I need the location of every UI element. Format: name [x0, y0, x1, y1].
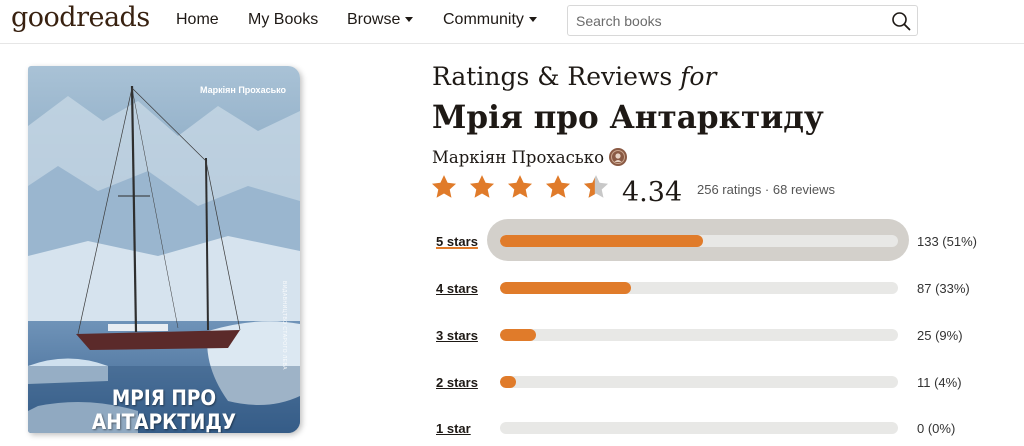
histogram-row-2-stars[interactable]: 2 stars 11 (4%): [432, 371, 992, 395]
histogram-count: 133 (51%): [917, 234, 977, 249]
star-icon: [545, 175, 571, 198]
histogram-row-5-stars[interactable]: 5 stars 133 (51%): [432, 230, 992, 254]
histogram-label[interactable]: 3 stars: [436, 328, 478, 343]
histogram-row-4-stars[interactable]: 4 stars 87 (33%): [432, 277, 992, 301]
histogram-bar-fill: [500, 376, 516, 388]
histogram-row-3-stars[interactable]: 3 stars 25 (9%): [432, 324, 992, 348]
site-header: goodreads Home My Books Browse Community: [0, 0, 1024, 44]
goodreads-author-badge-icon[interactable]: [608, 147, 628, 167]
author-name[interactable]: Маркіян Прохасько: [432, 148, 604, 167]
search-box: [567, 5, 918, 36]
cover-artwork: [28, 66, 300, 433]
star-icon: [469, 175, 495, 198]
chevron-down-icon: [528, 17, 537, 23]
histogram-bar-track[interactable]: [500, 282, 898, 294]
histogram-bar-fill: [500, 329, 536, 341]
histogram-count: 25 (9%): [917, 328, 963, 343]
chevron-down-icon: [405, 17, 414, 23]
star-icon: [431, 175, 457, 198]
histogram-label[interactable]: 5 stars: [436, 234, 478, 249]
histogram-label[interactable]: 4 stars: [436, 281, 478, 296]
histogram-bar-track[interactable]: [500, 422, 898, 434]
ratings-heading-for: for: [680, 62, 717, 91]
histogram-count: 0 (0%): [917, 421, 956, 436]
ratings-heading-text: Ratings & Reviews: [432, 62, 681, 91]
goodreads-logo[interactable]: goodreads: [11, 2, 150, 33]
histogram-bar-fill: [500, 235, 703, 247]
author-row: Маркіян Прохасько: [432, 146, 628, 168]
nav-community[interactable]: Community: [443, 11, 537, 29]
star-icon: [507, 175, 533, 198]
book-cover[interactable]: Маркіян Прохасько ВИДАВНИЦТВО СТАРОГО ЛЕ…: [28, 66, 300, 433]
cover-author: Маркіян Прохасько: [200, 85, 286, 95]
average-rating-value: 4.34: [622, 177, 683, 208]
histogram-count: 11 (4%): [917, 375, 962, 390]
cover-publisher: ВИДАВНИЦТВО СТАРОГО ЛЕВА: [281, 281, 287, 370]
search-icon[interactable]: [891, 11, 911, 31]
star-half-icon: [583, 175, 609, 198]
nav-browse[interactable]: Browse: [347, 11, 414, 29]
histogram-bar-fill: [500, 282, 632, 294]
histogram-label[interactable]: 2 stars: [436, 375, 478, 390]
histogram-bar-track[interactable]: [500, 235, 898, 247]
book-title[interactable]: Мрія про Антарктиду: [432, 98, 824, 136]
nav-community-label: Community: [443, 11, 524, 28]
histogram-label[interactable]: 1 star: [436, 421, 471, 436]
histogram-count: 87 (33%): [917, 281, 970, 296]
nav-my-books[interactable]: My Books: [248, 11, 318, 29]
histogram-row-1-star[interactable]: 1 star 0 (0%): [432, 417, 992, 441]
ratings-reviews-count[interactable]: 256 ratings · 68 reviews: [697, 182, 835, 197]
histogram-bar-track[interactable]: [500, 329, 898, 341]
search-input[interactable]: [576, 10, 876, 32]
cover-title: МРІЯ ПРО АНТАРКТИДУ: [91, 386, 237, 433]
nav-browse-label: Browse: [347, 11, 401, 28]
nav-home[interactable]: Home: [176, 11, 219, 29]
ratings-heading: Ratings & Reviews for: [432, 62, 716, 91]
histogram-bar-track[interactable]: [500, 376, 898, 388]
